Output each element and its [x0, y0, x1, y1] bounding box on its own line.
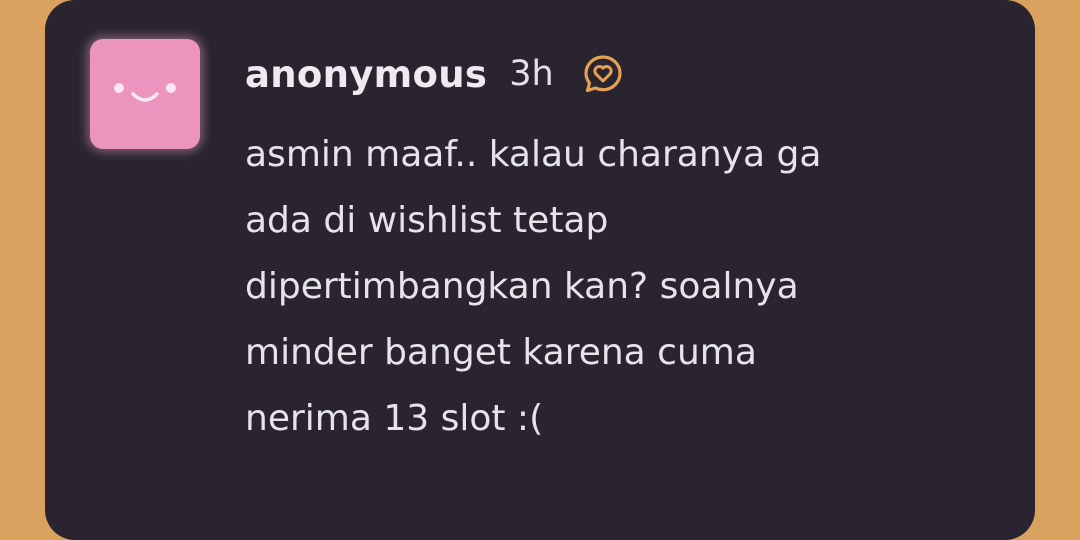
post-header: anonymous 3h: [245, 52, 624, 96]
username[interactable]: anonymous: [245, 53, 487, 96]
smiley-face-icon: [114, 83, 176, 102]
avatar[interactable]: [90, 39, 200, 149]
heart-speech-bubble-icon[interactable]: [582, 53, 624, 95]
message-text: asmin maaf.. kalau charanya ga ada di wi…: [245, 134, 822, 439]
timestamp: 3h: [509, 54, 554, 94]
